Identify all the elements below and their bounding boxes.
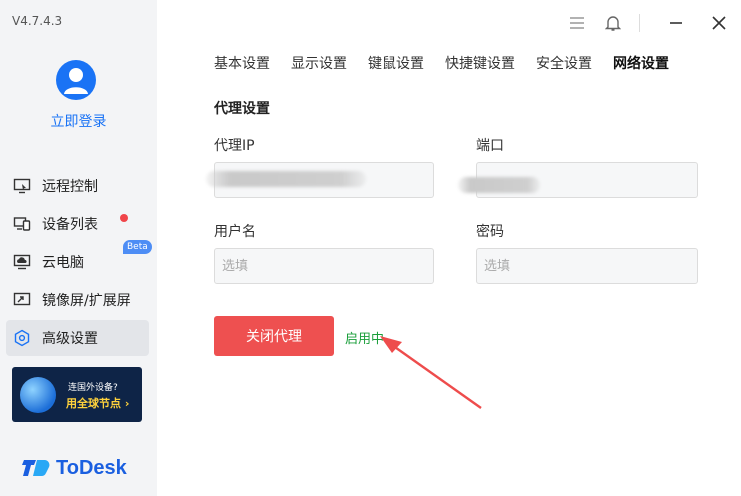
minimize-button[interactable] (665, 12, 687, 34)
close-proxy-button[interactable]: 关闭代理 (214, 316, 334, 356)
sidebar-item-label: 云电脑 (42, 255, 84, 271)
sidebar-item-label: 设备列表 (42, 217, 98, 233)
toolbar-divider (639, 14, 640, 32)
advanced-settings-icon (12, 328, 32, 348)
tab-keyboard-mouse[interactable]: 键鼠设置 (368, 53, 424, 73)
username-label: 用户名 (214, 224, 256, 240)
bell-icon (605, 16, 621, 31)
password-input[interactable] (476, 248, 698, 284)
sidebar-item-remote-control[interactable]: 远程控制 (6, 168, 149, 204)
sidebar: V4.7.4.3 立即登录 远程控制 设备列表 云电脑 镜像屏/扩展屏 高级设置… (0, 0, 157, 496)
avatar[interactable] (56, 60, 96, 100)
notification-dot (120, 214, 128, 222)
todesk-logo: ToDesk (22, 456, 127, 480)
menu-icon (570, 17, 584, 29)
app-version: V4.7.4.3 (12, 14, 63, 28)
brand-name: ToDesk (56, 456, 127, 479)
sidebar-item-label: 远程控制 (42, 179, 98, 195)
device-list-icon (12, 214, 32, 234)
user-icon (64, 68, 88, 94)
settings-tabs: 基本设置 显示设置 键鼠设置 快捷键设置 安全设置 网络设置 (214, 53, 690, 73)
sidebar-item-label: 镜像屏/扩展屏 (42, 293, 131, 309)
globe-icon (20, 377, 56, 413)
todesk-logo-icon (22, 460, 50, 477)
mirror-screen-icon (12, 290, 32, 310)
close-icon (712, 16, 726, 30)
notification-button[interactable] (602, 12, 624, 34)
close-window-button[interactable] (708, 12, 730, 34)
password-label: 密码 (476, 224, 504, 240)
proxy-ip-label: 代理IP (214, 138, 255, 154)
sidebar-item-advanced-settings[interactable]: 高级设置 (6, 320, 149, 356)
beta-badge: Beta (123, 240, 152, 254)
tab-display[interactable]: 显示设置 (291, 53, 347, 73)
tab-shortcuts[interactable]: 快捷键设置 (445, 53, 515, 73)
tab-basic[interactable]: 基本设置 (214, 53, 270, 73)
tab-security[interactable]: 安全设置 (536, 53, 592, 73)
redacted-port (458, 177, 540, 193)
tab-network[interactable]: 网络设置 (613, 53, 669, 73)
redacted-ip (206, 171, 366, 187)
minimize-icon (670, 22, 682, 24)
sidebar-item-device-list[interactable]: 设备列表 (6, 206, 149, 242)
menu-button[interactable] (566, 12, 588, 34)
proxy-section-title: 代理设置 (214, 101, 270, 117)
cloud-pc-icon (12, 252, 32, 272)
sidebar-item-label: 高级设置 (42, 331, 98, 347)
login-link[interactable]: 立即登录 (0, 111, 157, 131)
promo-line1: 连国外设备? (68, 383, 118, 393)
port-label: 端口 (476, 138, 504, 154)
promo-line2: 用全球节点 › (66, 397, 130, 410)
sidebar-item-mirror-screen[interactable]: 镜像屏/扩展屏 (6, 282, 149, 318)
remote-control-icon (12, 176, 32, 196)
username-input[interactable] (214, 248, 434, 284)
annotation-arrow-icon (380, 336, 482, 409)
global-node-promo[interactable]: 连国外设备? 用全球节点 › (12, 367, 142, 422)
